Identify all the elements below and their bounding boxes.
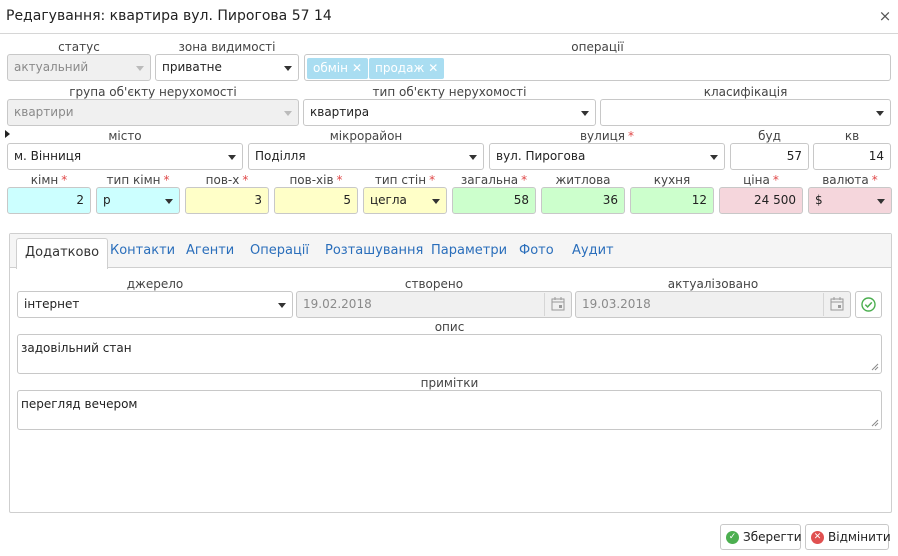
floors-total-label: пов-хів * — [289, 173, 343, 187]
total-area-input[interactable]: 58 — [452, 187, 536, 214]
save-button[interactable]: ✓ Зберегти — [720, 524, 802, 550]
close-icon[interactable]: × — [877, 7, 893, 25]
visibility-select[interactable]: приватне — [155, 54, 299, 81]
district-label: мікрорайон — [329, 129, 403, 143]
tab-audit[interactable]: Аудит — [572, 243, 614, 258]
floor-label: пов-х * — [205, 173, 249, 187]
check-circle-icon — [861, 297, 876, 312]
check-circle-icon: ✓ — [726, 531, 739, 544]
chevron-down-icon — [469, 155, 477, 160]
tab-strip: Додатково Контакти Агенти Операції Розта… — [10, 234, 891, 269]
rooms-input[interactable]: 2 — [7, 187, 91, 214]
price-label: ціна * — [743, 173, 779, 187]
object-group-label: група об'єкту нерухомості — [69, 85, 237, 99]
tab-additional[interactable]: Додатково — [16, 238, 109, 269]
chevron-down-icon — [284, 111, 292, 116]
cancel-button[interactable]: ✕ Відмінити — [805, 524, 891, 550]
notes-label: примітки — [420, 376, 479, 390]
created-date-field: 19.02.2018 — [296, 291, 572, 318]
apartment-label: кв — [844, 129, 860, 143]
chevron-down-icon — [876, 111, 884, 116]
remove-tag-icon: ✕ — [428, 61, 439, 75]
source-select[interactable]: інтернет — [17, 291, 293, 318]
district-select[interactable]: Поділля — [248, 143, 484, 170]
status-select: актуальний — [7, 54, 151, 81]
building-label: буд — [758, 129, 781, 143]
rooms-label: кімн * — [30, 173, 68, 187]
resize-grip-icon[interactable] — [871, 363, 879, 371]
calendar-icon[interactable] — [823, 293, 849, 316]
city-label: місто — [108, 129, 142, 143]
living-area-label: житлова — [555, 173, 611, 187]
city-select[interactable]: м. Вінниця — [7, 143, 243, 170]
chevron-down-icon — [581, 111, 589, 116]
tab-agents[interactable]: Агенти — [186, 243, 234, 258]
wall-type-label: тип стін * — [374, 173, 436, 187]
notes-textarea[interactable]: перегляд вечером — [17, 390, 882, 430]
cancel-circle-icon: ✕ — [811, 531, 824, 544]
operations-multiselect[interactable]: обмін ✕ продаж ✕ — [304, 54, 891, 81]
confirm-update-button[interactable] — [855, 291, 882, 318]
updated-date-field: 19.03.2018 — [575, 291, 851, 318]
room-type-label: тип кімн * — [106, 173, 170, 187]
created-label: створено — [404, 277, 464, 291]
chevron-down-icon — [136, 66, 144, 71]
operation-tag[interactable]: обмін ✕ — [307, 58, 369, 79]
chevron-down-icon — [432, 199, 440, 204]
building-input[interactable]: 57 — [730, 143, 809, 170]
floor-input[interactable]: 3 — [185, 187, 269, 214]
object-group-select: квартири — [7, 99, 299, 126]
wall-type-select[interactable]: цегла — [363, 187, 447, 214]
tab-location[interactable]: Розташування — [325, 243, 423, 258]
classification-select[interactable] — [600, 99, 891, 126]
updated-label: актуалізовано — [667, 277, 759, 291]
currency-select[interactable]: $ — [808, 187, 892, 214]
details-tabpanel: Додатково Контакти Агенти Операції Розта… — [9, 233, 892, 513]
street-label: вулиця * — [579, 129, 635, 143]
chevron-down-icon — [877, 199, 885, 204]
apartment-input[interactable]: 14 — [813, 143, 891, 170]
tab-parameters[interactable]: Параметри — [431, 243, 507, 258]
kitchen-label: кухня — [653, 173, 691, 187]
source-label: джерело — [126, 277, 184, 291]
calendar-icon[interactable] — [544, 293, 570, 316]
currency-label: валюта * — [822, 173, 878, 187]
kitchen-input[interactable]: 12 — [630, 187, 714, 214]
classification-label: класифікація — [703, 85, 788, 99]
object-type-select[interactable]: квартира — [303, 99, 596, 126]
street-select[interactable]: вул. Пирогова — [489, 143, 725, 170]
tab-photo[interactable]: Фото — [519, 243, 554, 258]
chevron-down-icon — [228, 155, 236, 160]
remove-tag-icon: ✕ — [351, 61, 363, 75]
object-type-label: тип об'єкту нерухомості — [372, 85, 527, 99]
chevron-down-icon — [284, 66, 292, 71]
chevron-down-icon — [710, 155, 718, 160]
status-label: статус — [58, 40, 100, 54]
tab-contacts[interactable]: Контакти — [110, 243, 175, 258]
description-textarea[interactable]: задовільний стан — [17, 334, 882, 374]
total-area-label: загальна * — [460, 173, 528, 187]
price-input[interactable]: 24 500 — [719, 187, 803, 214]
living-area-input[interactable]: 36 — [541, 187, 625, 214]
description-label: опис — [434, 320, 465, 334]
floors-total-input[interactable]: 5 — [274, 187, 358, 214]
resize-grip-icon[interactable] — [871, 419, 879, 427]
operations-label: операції — [571, 40, 624, 54]
room-type-select[interactable]: р — [96, 187, 180, 214]
operation-tag[interactable]: продаж ✕ — [369, 58, 445, 79]
dialog-titlebar: Редагування: квартира вул. Пирогова 57 1… — [0, 0, 898, 34]
visibility-label: зона видимості — [178, 40, 276, 54]
chevron-down-icon — [278, 303, 286, 308]
dialog-title: Редагування: квартира вул. Пирогова 57 1… — [6, 8, 332, 24]
tab-operations[interactable]: Операції — [250, 243, 309, 258]
chevron-down-icon — [165, 199, 173, 204]
